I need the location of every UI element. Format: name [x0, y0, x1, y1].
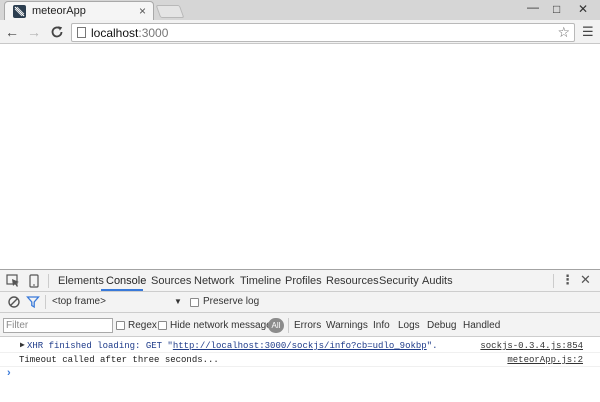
- tab-title: meteorApp: [32, 5, 86, 17]
- level-all-button[interactable]: All: [268, 318, 284, 333]
- maximize-icon[interactable]: □: [553, 2, 560, 16]
- device-mode-icon[interactable]: [27, 274, 41, 288]
- devtools-tab-bar: Elements Console Sources Network Timelin…: [0, 270, 600, 292]
- console-toolbar: <top frame> ▼ Preserve log: [0, 292, 600, 313]
- xhr-url-link[interactable]: http://localhost:3000/sockjs/info?cb=udl…: [173, 341, 427, 351]
- level-debug-button[interactable]: Debug: [427, 320, 456, 331]
- tab-security[interactable]: Security: [379, 275, 419, 287]
- tab-resources[interactable]: Resources: [326, 275, 379, 287]
- console-message-xhr: ▶ XHR finished loading: GET "http://loca…: [0, 339, 600, 353]
- tab-timeline[interactable]: Timeline: [240, 275, 281, 287]
- tab-console[interactable]: Console: [106, 275, 146, 287]
- message-source-link[interactable]: sockjs-0.3.4.js:854: [480, 339, 583, 353]
- meteor-favicon-icon: [13, 5, 26, 18]
- console-messages: ▶ XHR finished loading: GET "http://loca…: [0, 337, 600, 402]
- regex-label: Regex: [128, 320, 157, 331]
- tab-close-icon[interactable]: ×: [139, 4, 146, 18]
- message-text: Timeout called after three seconds...: [19, 355, 219, 365]
- tab-sources[interactable]: Sources: [151, 275, 191, 287]
- chrome-menu-icon[interactable]: ☰: [582, 25, 594, 39]
- chevron-down-icon[interactable]: ▼: [174, 297, 182, 306]
- active-tab-indicator: [101, 289, 143, 291]
- tab-network[interactable]: Network: [194, 275, 234, 287]
- browser-tab[interactable]: meteorApp ×: [4, 1, 154, 20]
- hide-network-label: Hide network messages: [170, 320, 277, 331]
- minimize-icon[interactable]: —: [527, 0, 539, 14]
- level-info-button[interactable]: Info: [373, 320, 390, 331]
- page-viewport: [0, 45, 600, 269]
- expand-triangle-icon[interactable]: ▶: [20, 339, 25, 353]
- console-prompt-icon[interactable]: ›: [7, 367, 11, 379]
- browser-toolbar: ← → localhost:3000 ☆ ☰: [0, 20, 600, 44]
- bookmark-star-icon[interactable]: ☆: [557, 25, 570, 40]
- level-errors-button[interactable]: Errors: [294, 320, 321, 331]
- toolbar-divider: [45, 295, 46, 309]
- devtools-close-icon[interactable]: ✕: [580, 273, 591, 287]
- level-handled-button[interactable]: Handled: [463, 320, 500, 331]
- preserve-log-checkbox[interactable]: [190, 298, 199, 307]
- regex-checkbox[interactable]: [116, 321, 125, 330]
- filter-bar: Regex Hide network messages All Errors W…: [0, 313, 600, 337]
- filter-funnel-icon[interactable]: [26, 295, 40, 309]
- toolbar-divider: [288, 318, 289, 333]
- tab-strip: meteorApp × — □ ✕: [0, 0, 600, 20]
- level-warnings-button[interactable]: Warnings: [326, 320, 368, 331]
- tab-elements[interactable]: Elements: [58, 275, 104, 287]
- toolbar-divider: [48, 274, 49, 288]
- clear-console-icon[interactable]: [7, 295, 21, 309]
- message-text: XHR finished loading: GET "http://localh…: [27, 341, 438, 351]
- more-options-icon[interactable]: ⋮: [561, 273, 574, 287]
- message-source-link[interactable]: meteorApp.js:2: [507, 353, 583, 367]
- tab-audits[interactable]: Audits: [422, 275, 453, 287]
- hide-network-checkbox[interactable]: [158, 321, 167, 330]
- tab-profiles[interactable]: Profiles: [285, 275, 322, 287]
- preserve-log-label: Preserve log: [203, 296, 260, 307]
- devtools-panel: Elements Console Sources Network Timelin…: [0, 269, 600, 402]
- url-text: localhost:3000: [91, 26, 169, 40]
- toolbar-divider: [553, 274, 554, 288]
- level-logs-button[interactable]: Logs: [398, 320, 420, 331]
- inspect-element-icon[interactable]: [6, 274, 20, 288]
- frame-selector[interactable]: <top frame>: [52, 296, 106, 307]
- page-icon: [77, 27, 86, 38]
- window-close-icon[interactable]: ✕: [578, 2, 588, 16]
- back-arrow-icon[interactable]: ←: [4, 24, 20, 40]
- address-bar[interactable]: localhost:3000 ☆: [71, 23, 575, 42]
- reload-icon[interactable]: [49, 24, 65, 40]
- filter-input[interactable]: [3, 318, 113, 333]
- console-message-log: Timeout called after three seconds... me…: [0, 353, 600, 367]
- forward-arrow-icon[interactable]: →: [26, 24, 42, 40]
- new-tab-button[interactable]: [155, 5, 185, 18]
